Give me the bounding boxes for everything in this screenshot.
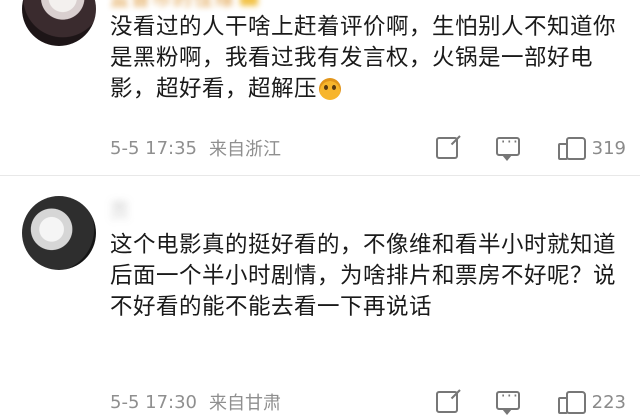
like-count: 223 (591, 391, 626, 413)
comment-text: 这个电影真的挺好看的，不像维和看半小时就知道后面一个半小时剧情，为啥排片和票房不… (110, 232, 617, 320)
reply-button[interactable] (495, 132, 520, 161)
reply-button[interactable] (495, 386, 520, 415)
username[interactable]: 监督市的佳缘 (110, 0, 259, 11)
share-icon (435, 391, 458, 413)
comment-icon (495, 132, 520, 161)
comment-text: 没看过的人干啥上赶着评价啊，生怕别人不知道你是黑粉啊，我看过我有发言权，火锅是一… (110, 14, 617, 102)
comment-location: 来自甘肃 (209, 393, 281, 414)
like-count: 319 (591, 137, 626, 159)
like-icon (557, 390, 586, 414)
comment-time: 5-5 17:30 (110, 391, 197, 413)
like-icon (557, 136, 586, 160)
username[interactable]: 页 (110, 196, 131, 223)
comment-meta: 5-5 17:30 来自甘肃 223 (110, 386, 626, 416)
like-button[interactable]: 319 (557, 136, 626, 160)
share-button[interactable] (435, 137, 458, 159)
comment-item: 页 这个电影真的挺好看的，不像维和看半小时就知道后面一个半小时剧情，为啥排片和票… (0, 176, 640, 417)
like-button[interactable]: 223 (557, 390, 626, 414)
comment-item: 监督市的佳缘 没看过的人干啥上赶着评价啊，生怕别人不知道你是黑粉啊，我看过我有发… (0, 0, 640, 176)
avatar[interactable] (22, 0, 96, 46)
comment-location: 来自浙江 (209, 139, 281, 160)
comment-meta: 5-5 17:35 来自浙江 319 (110, 132, 626, 162)
comment-icon (495, 386, 520, 415)
share-icon (435, 137, 458, 159)
smile-emoji-icon (319, 78, 342, 100)
avatar[interactable] (22, 196, 96, 270)
comment-feed: 监督市的佳缘 没看过的人干啥上赶着评价啊，生怕别人不知道你是黑粉啊，我看过我有发… (0, 0, 640, 417)
comment-time: 5-5 17:35 (110, 137, 197, 159)
vip-badge-icon (240, 0, 259, 6)
share-button[interactable] (435, 391, 458, 413)
